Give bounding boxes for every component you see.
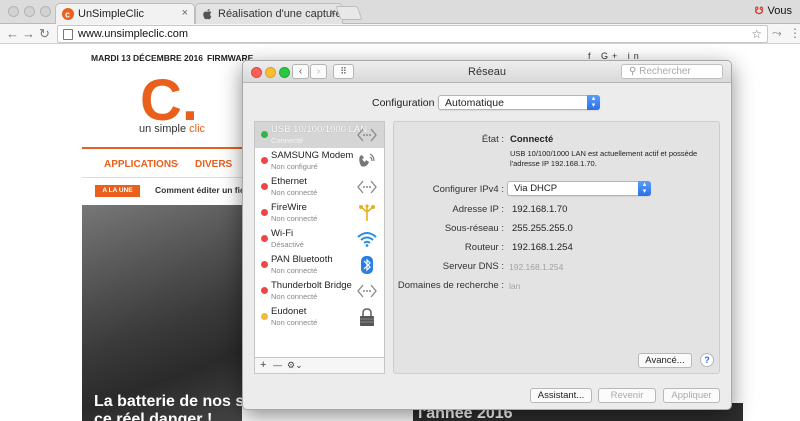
forward-arrow-icon[interactable]: → (22, 26, 35, 41)
browser-tab-bar: c UnSimpleClic × Réalisation d'une captu… (0, 0, 800, 24)
configure-ipv4-select[interactable]: Via DHCP ▴ ▾ (507, 181, 651, 196)
menu-kebab-icon[interactable]: ⋮ (789, 26, 800, 40)
featured-article-image[interactable]: La batterie de nos sm ce réel danger ! (82, 205, 242, 421)
status-value: Connecté (510, 134, 554, 145)
assistant-button[interactable]: Assistant... (530, 388, 592, 403)
new-tab-button[interactable] (335, 6, 363, 20)
configuration-label: Configuration : (372, 97, 441, 109)
reload-icon[interactable]: ↻ (39, 26, 50, 42)
tab-capture[interactable]: Réalisation d'une capture d'éc × (195, 3, 343, 24)
dns-value: 192.168.1.254 (509, 262, 564, 272)
remove-service-button[interactable]: — (273, 360, 282, 370)
network-preferences-window: Réseau ‹ › ⠿ ⚲ Rechercher Configuration … (242, 60, 732, 410)
close-tab-icon[interactable]: × (330, 7, 336, 19)
news-ticker[interactable]: Comment éditer un fich (155, 185, 250, 195)
service-detail-panel: État : Connecté USB 10/100/1000 LAN est … (393, 121, 720, 374)
updown-chevron-icon: ▴ ▾ (587, 95, 600, 110)
back-chevron-icon[interactable]: ‹ (292, 64, 309, 79)
advanced-button[interactable]: Avancé... (638, 353, 692, 368)
dns-label: Serveur DNS : (442, 261, 504, 272)
site-logo-text: un simple clic (139, 123, 206, 135)
show-all-grid-icon[interactable]: ⠿ (333, 64, 354, 79)
chevron-down-icon: ⌄ (174, 160, 180, 167)
service-thunderbolt-bridge[interactable]: Thunderbolt Bridge Non connecté (255, 278, 384, 304)
subnet-value: 255.255.255.0 (512, 223, 573, 234)
vpn-lock-icon (360, 308, 374, 326)
profile-button[interactable]: ☋ Vous (755, 5, 792, 17)
ethernet-arrows-icon (357, 180, 377, 194)
tab-title: UnSimpleClic (78, 8, 145, 20)
minimize-window-button[interactable] (24, 6, 35, 17)
profile-icon: ☋ (754, 6, 764, 17)
ip-address-value: 192.168.1.70 (512, 204, 568, 215)
ethernet-arrows-icon (357, 284, 377, 298)
magnifier-icon: ⚲ (629, 66, 640, 77)
service-firewire[interactable]: FireWire Non connecté (255, 200, 384, 226)
service-samsung-modem[interactable]: SAMSUNG Modem Non configuré (255, 148, 384, 174)
phone-icon (359, 153, 375, 167)
bluetooth-icon (361, 256, 373, 274)
router-label: Routeur : (464, 242, 504, 253)
configure-ipv4-label: Configurer IPv4 : (432, 184, 504, 195)
status-label: État : (481, 134, 504, 145)
tab-unsimpleclic[interactable]: c UnSimpleClic × (55, 3, 195, 24)
status-dot-icon (261, 261, 268, 268)
service-pan-bluetooth[interactable]: PAN Bluetooth Non connecté (255, 252, 384, 278)
service-ethernet[interactable]: Ethernet Non connecté (255, 174, 384, 200)
close-tab-icon[interactable]: × (182, 7, 188, 19)
featured-headline[interactable]: La batterie de nos sm ce réel danger ! (94, 393, 242, 421)
tab-title: Réalisation d'une capture d'éc (218, 8, 342, 20)
zoom-window-button[interactable] (40, 6, 51, 17)
service-eudonet[interactable]: Eudonet Non connecté (255, 304, 384, 330)
status-dot-icon (261, 313, 268, 320)
status-description: USB 10/100/1000 LAN est actuellement act… (510, 149, 698, 168)
ethernet-arrows-icon (357, 128, 377, 142)
gear-menu-icon[interactable]: ⚙︎⌄ (287, 360, 303, 371)
wifi-icon (357, 232, 377, 247)
a-la-une-badge: A LA UNE (95, 185, 140, 197)
service-usb-lan[interactable]: USB 10/100/1000 LAN Connecté (255, 122, 384, 148)
status-dot-icon (261, 209, 268, 216)
status-dot-icon (261, 235, 268, 242)
status-dot-icon (261, 131, 268, 138)
service-wifi[interactable]: Wi-Fi Désactivé (255, 226, 384, 252)
address-url: www.unsimpleclic.com (78, 28, 189, 40)
ip-address-label: Adresse IP : (452, 204, 504, 215)
forward-chevron-icon[interactable]: › (310, 64, 327, 79)
configuration-select[interactable]: Automatique ▴ ▾ (438, 95, 600, 110)
service-list-toolbar: + — ⚙︎⌄ (254, 357, 385, 374)
firewire-icon (359, 204, 375, 221)
menu-divers[interactable]: DIVERS (195, 159, 232, 170)
status-dot-icon (261, 157, 268, 164)
apply-button[interactable]: Appliquer (663, 388, 720, 403)
divider (82, 177, 242, 178)
site-logo[interactable]: C. (140, 72, 198, 130)
window-titlebar: Réseau ‹ › ⠿ ⚲ Rechercher (243, 61, 731, 83)
menu-applications[interactable]: APPLICATIONS (104, 159, 178, 170)
apple-favicon-icon (203, 9, 212, 20)
add-service-button[interactable]: + (260, 359, 266, 371)
updown-chevron-icon: ▴ ▾ (638, 181, 651, 196)
close-window-button[interactable] (8, 6, 19, 17)
status-dot-icon (261, 183, 268, 190)
site-menu: APPLICATIONS ⌄ DIVERS (82, 147, 242, 177)
address-bar[interactable]: www.unsimpleclic.com ☆ (57, 25, 768, 43)
site-date: MARDI 13 DÉCEMBRE 2016 (91, 53, 203, 63)
status-dot-icon (261, 287, 268, 294)
back-arrow-icon[interactable]: ← (6, 26, 19, 41)
extension-icon[interactable]: ⤳ (772, 26, 782, 41)
router-value: 192.168.1.254 (512, 242, 573, 253)
subnet-label: Sous-réseau : (444, 223, 504, 234)
unsimpleclic-favicon-icon: c (62, 8, 74, 20)
revert-button[interactable]: Revenir (598, 388, 656, 403)
page-icon (63, 29, 73, 40)
search-domains-label: Domaines de recherche : (397, 280, 504, 291)
browser-toolbar: ← → ↻ www.unsimpleclic.com ☆ ⤳ ⋮ (0, 24, 800, 44)
search-domains-value: lan (509, 281, 521, 291)
service-list: USB 10/100/1000 LAN Connecté SAMSUNG Mod… (254, 121, 385, 374)
help-button[interactable]: ? (700, 353, 714, 367)
svg-text:c: c (65, 10, 70, 20)
search-field[interactable]: ⚲ Rechercher (621, 64, 723, 79)
bookmark-star-icon[interactable]: ☆ (751, 27, 762, 41)
